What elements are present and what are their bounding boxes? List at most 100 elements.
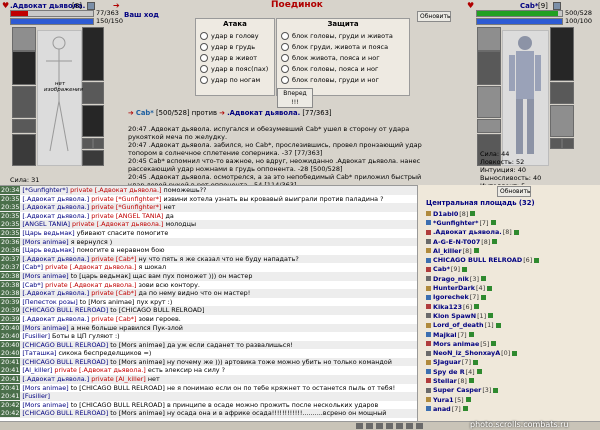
info-icon[interactable] bbox=[513, 229, 519, 235]
chat-private-tag[interactable]: private [.Адвокат дьявола.] bbox=[54, 366, 145, 374]
radio-icon[interactable] bbox=[200, 53, 208, 62]
chat-nick[interactable]: [Mors animae] bbox=[22, 324, 68, 332]
online-user-name[interactable]: Igorechek bbox=[433, 293, 469, 301]
chat-nick[interactable]: [*Gunfighter*] bbox=[22, 186, 68, 194]
clock-icon[interactable] bbox=[396, 423, 403, 429]
chat-private-tag[interactable]: private [.Адвокат дьявола.] bbox=[72, 220, 163, 228]
online-user[interactable]: Kika123 [6] bbox=[418, 302, 600, 311]
left-gloves-slot[interactable] bbox=[82, 82, 104, 104]
chat-time[interactable]: 20:37 bbox=[0, 254, 21, 263]
right-ring-slot-2[interactable] bbox=[562, 138, 574, 149]
inventory-icon[interactable] bbox=[406, 423, 413, 429]
online-user-name[interactable]: Spy de R bbox=[433, 368, 465, 376]
mail-icon[interactable] bbox=[366, 423, 373, 429]
chat-nick[interactable]: [Al_killer] bbox=[22, 366, 52, 374]
online-user[interactable]: anad [7] bbox=[418, 404, 600, 413]
info-icon[interactable] bbox=[474, 304, 480, 310]
info-icon[interactable] bbox=[470, 211, 476, 217]
online-user[interactable]: D1abl0 [8] bbox=[418, 209, 600, 218]
chat-nick[interactable]: [Царь ведьмак] bbox=[22, 246, 74, 254]
info-icon[interactable] bbox=[468, 378, 474, 384]
online-user[interactable]: Super Casper [3] bbox=[418, 386, 600, 395]
online-user[interactable]: *Gunfighter* [7] bbox=[418, 218, 600, 227]
chat-time[interactable]: 20:37 bbox=[0, 263, 21, 272]
defense-option[interactable]: блок головы, груди и живота bbox=[281, 30, 409, 41]
chat-nick[interactable]: [.Адвокат дьявола.] bbox=[22, 203, 89, 211]
online-user-name[interactable]: Yura1 bbox=[433, 396, 454, 404]
chat-nick[interactable]: [Mors animae] bbox=[22, 238, 68, 246]
chat-nick[interactable]: [Cab*] bbox=[22, 263, 43, 271]
chat-private-tag[interactable]: private [*Gunfighter*] bbox=[91, 203, 161, 211]
right-weapon-slot[interactable] bbox=[550, 27, 574, 81]
chat-time[interactable]: 20:35 bbox=[0, 211, 21, 220]
radio-icon[interactable] bbox=[200, 42, 208, 51]
chat-nick[interactable]: [CHICAGO BULL RELROAD] bbox=[22, 341, 108, 349]
chat-nick[interactable]: [CHICAGO BULL RELROAD] bbox=[22, 358, 108, 366]
online-user[interactable]: Klon SpawN [1] bbox=[418, 311, 600, 320]
home-icon[interactable] bbox=[356, 423, 363, 429]
chat-nick[interactable]: [Mors animae] bbox=[22, 384, 68, 392]
online-user[interactable]: Drago_nik [3] bbox=[418, 274, 600, 283]
chat-time[interactable]: 20:42 bbox=[0, 400, 21, 409]
left-belt-slot[interactable] bbox=[12, 119, 36, 133]
chat-time[interactable]: 20:38 bbox=[0, 280, 21, 289]
chat-nick[interactable]: [.Адвокат дьявола.] bbox=[22, 195, 89, 203]
chat-private-tag[interactable]: private [Cab*] bbox=[91, 289, 136, 297]
online-user[interactable]: Mors animae [5] bbox=[418, 339, 600, 348]
chat-log[interactable]: 20:34 [*Gunfighter*] private [.Адвокат дь… bbox=[0, 185, 417, 422]
online-user[interactable]: Al_killer [8] bbox=[418, 246, 600, 255]
attack-option[interactable]: удар в грудь bbox=[200, 41, 274, 52]
radio-icon[interactable] bbox=[281, 53, 289, 62]
info-icon[interactable] bbox=[512, 350, 518, 356]
right-player-name[interactable]: Cab* bbox=[520, 2, 539, 10]
right-ring-slot-1[interactable] bbox=[550, 138, 562, 149]
chat-time[interactable]: 20:34 bbox=[0, 186, 21, 194]
chat-time[interactable]: 20:35 bbox=[0, 194, 21, 203]
info-icon[interactable] bbox=[492, 239, 498, 245]
chat-time[interactable]: 20:41 bbox=[0, 357, 21, 366]
chat-private-tag[interactable]: private [Cab*] bbox=[91, 255, 136, 263]
info-icon[interactable] bbox=[491, 341, 497, 347]
chat-time[interactable]: 20:41 bbox=[0, 375, 21, 384]
info-icon[interactable] bbox=[493, 387, 499, 393]
online-user[interactable]: Cab* [9] bbox=[418, 265, 600, 274]
chat-nick[interactable]: [.Адвокат дьявола.] bbox=[22, 289, 89, 297]
right-armor-slot[interactable] bbox=[477, 86, 501, 118]
right-belt-slot[interactable] bbox=[477, 119, 501, 133]
defense-option[interactable]: блок головы, груди и ног bbox=[281, 74, 409, 85]
online-user[interactable]: CHICAGO BULL RELROAD [6] bbox=[418, 255, 600, 264]
settings-icon[interactable] bbox=[376, 423, 383, 429]
attack-option[interactable]: удар по ногам bbox=[200, 74, 274, 85]
versus-right-name[interactable]: .Адвокат дьявола. bbox=[227, 109, 300, 117]
chat-time[interactable]: 20:41 bbox=[0, 366, 21, 375]
info-icon[interactable] bbox=[534, 257, 540, 263]
chat-nick[interactable]: [Пепеcток розы] bbox=[22, 298, 77, 306]
chat-nick[interactable]: [Fusilier] bbox=[22, 392, 50, 400]
radio-icon[interactable] bbox=[281, 75, 289, 84]
attack-option[interactable]: удар в живот bbox=[200, 52, 274, 63]
online-user-name[interactable]: Majkal bbox=[433, 331, 457, 339]
online-user-name[interactable]: Lord_of_death bbox=[433, 321, 484, 329]
chat-private-tag[interactable]: private [.Адвокат дьявола.] bbox=[45, 263, 136, 271]
online-user-name[interactable]: Klon SpawN bbox=[433, 312, 476, 320]
info-icon[interactable] bbox=[468, 332, 474, 337]
chat-time[interactable]: 20:35 bbox=[0, 220, 21, 229]
info-icon[interactable] bbox=[488, 313, 494, 319]
online-user-name[interactable]: Stellar bbox=[433, 377, 457, 385]
radio-icon[interactable] bbox=[281, 31, 289, 40]
chat-time[interactable]: 20:41 bbox=[0, 383, 21, 392]
chat-private-tag[interactable]: private [ANGEL TANIA] bbox=[91, 212, 163, 220]
chat-time[interactable]: 20:35 bbox=[0, 203, 21, 212]
defense-option[interactable]: блок живота, пояса и ног bbox=[281, 52, 409, 63]
online-user-name[interactable]: Cab* bbox=[433, 265, 450, 273]
online-user-name[interactable]: Drago_nik bbox=[433, 275, 469, 283]
info-icon[interactable] bbox=[465, 397, 471, 403]
chat-private-tag[interactable]: private [Al_killer] bbox=[91, 375, 146, 383]
defense-option[interactable]: блок груди, живота и пояса bbox=[281, 41, 409, 52]
attack-option[interactable]: удар в пояс(пах) bbox=[200, 63, 274, 74]
chat-nick[interactable]: [Царь ведьмак] bbox=[22, 229, 74, 237]
info-icon[interactable] bbox=[553, 2, 561, 10]
chat-private-tag[interactable]: private [.Адвокат дьявола.] bbox=[45, 281, 136, 289]
online-user-name[interactable]: Super Casper bbox=[433, 386, 481, 394]
radio-icon[interactable] bbox=[200, 64, 208, 73]
